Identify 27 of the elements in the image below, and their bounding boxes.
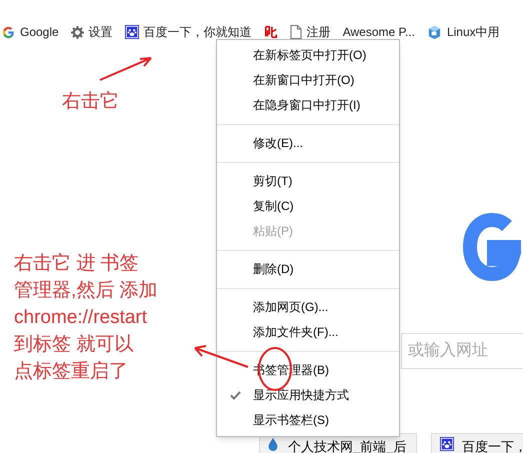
menu-item[interactable]: 在隐身窗口中打开(I) (217, 93, 399, 118)
logo-icon[interactable] (264, 25, 278, 39)
menu-item[interactable]: 显示书签栏(S) (217, 408, 399, 433)
menu-item[interactable]: 添加文件夹(F)... (217, 320, 399, 345)
menu-item[interactable]: 在新窗口中打开(O) (217, 68, 399, 93)
annotation-arrow (98, 55, 154, 82)
menu-item[interactable]: 剪切(T) (217, 169, 399, 194)
bookmark-link[interactable]: Google (20, 23, 59, 41)
bookmark-link[interactable]: Awesome P... (342, 23, 415, 41)
menu-item[interactable]: 删除(D) (217, 257, 399, 282)
menu-item[interactable]: 修改(E)... (217, 131, 399, 156)
menu-item[interactable]: 在新标签页中打开(O) (217, 43, 399, 68)
menu-item[interactable]: 添加网页(G)... (217, 295, 399, 320)
annotation-text: 右击它 进 书签 管理器,然后 添加 chrome://restart 到标签 就可以 点标签重启了 (14, 252, 158, 384)
drop-icon (266, 437, 280, 451)
gear-icon (70, 26, 84, 38)
paw-icon (440, 437, 454, 451)
bookmark-link[interactable]: Linux中用 (446, 23, 500, 41)
paw-icon (124, 25, 139, 39)
menu-item[interactable]: 复制(C) (217, 194, 399, 219)
cube-icon (426, 24, 442, 40)
google-g-icon (2, 26, 15, 38)
bookmark-link[interactable]: 注册 (306, 23, 331, 41)
shortcut-tile[interactable]: 百度一下， (431, 433, 523, 453)
bookmark-link[interactable]: 设置 (88, 23, 113, 41)
annotation-text: 右击它 (62, 90, 119, 114)
bookmark-link[interactable]: 百度一下，你就知道 (144, 23, 252, 41)
